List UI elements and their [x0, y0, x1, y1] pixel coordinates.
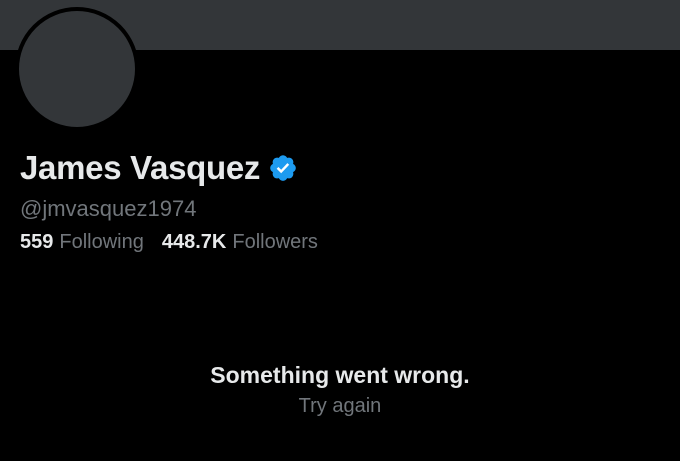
followers-label: Followers	[232, 231, 318, 253]
following-count: 559	[20, 231, 54, 253]
try-again-button[interactable]: Try again	[299, 395, 382, 418]
profile-handle: @jmvasquez1974	[20, 196, 197, 221]
verified-badge-icon[interactable]	[268, 153, 298, 183]
avatar[interactable]	[15, 7, 139, 131]
following-link[interactable]: 559 Following	[20, 231, 144, 254]
profile-page: James Vasquez @jmvasquez1974 559 Followi…	[0, 0, 680, 461]
profile-name-row: James Vasquez	[20, 146, 298, 190]
following-label: Following	[59, 231, 144, 253]
display-name: James Vasquez	[20, 149, 261, 186]
error-message-block: Something went wrong. Try again	[0, 362, 680, 418]
followers-count: 448.7K	[161, 231, 227, 253]
profile-stats: 559 Following 448.7K Followers	[20, 231, 336, 254]
error-title: Something went wrong.	[210, 362, 470, 388]
followers-link[interactable]: 448.7K Followers	[162, 231, 318, 254]
